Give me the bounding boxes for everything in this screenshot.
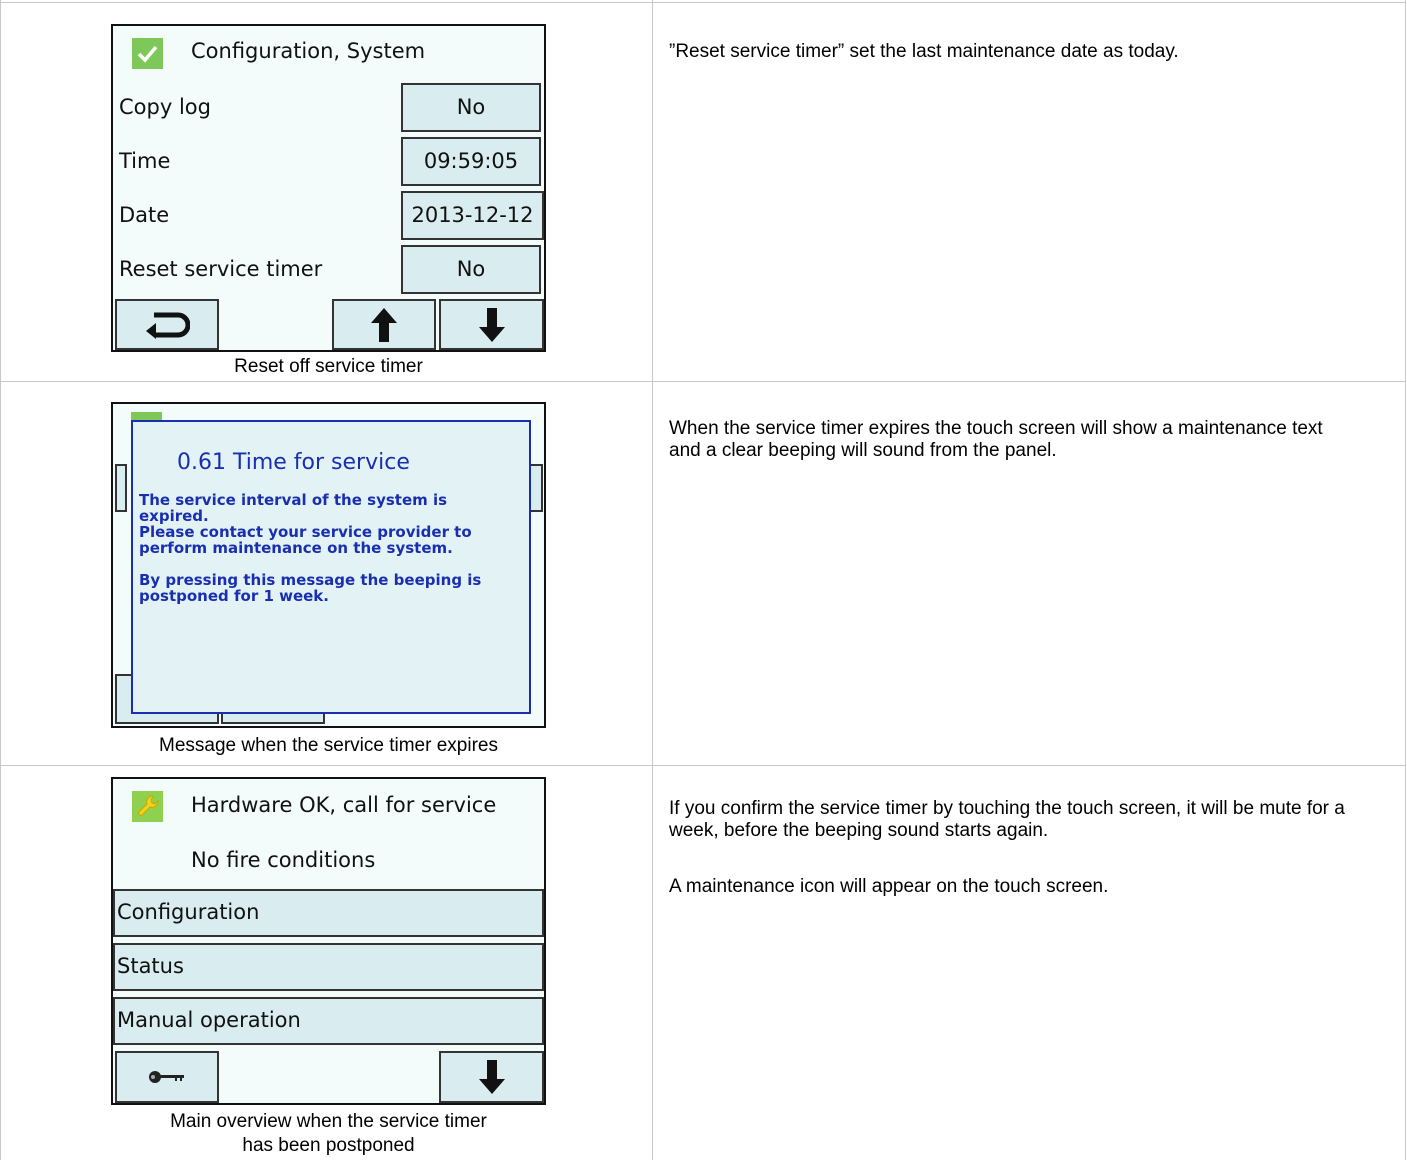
date-label: Date	[119, 203, 170, 227]
time-value[interactable]: 09:59:05	[401, 137, 541, 186]
config-system-screen: Configuration, System Copy log No Time 0…	[111, 24, 546, 352]
menu-item-configuration[interactable]: Configuration	[113, 889, 544, 937]
arrow-up-icon	[371, 307, 397, 342]
arrow-down-icon	[478, 307, 505, 342]
background-value-left	[115, 464, 127, 512]
service-message-screen: 0.61 Time for service The service interv…	[111, 402, 546, 728]
menu-item-manual-operation[interactable]: Manual operation	[113, 997, 544, 1045]
caption-line-1: Main overview when the service timer	[170, 1111, 487, 1132]
arrow-down-icon	[478, 1060, 505, 1094]
login-button[interactable]	[115, 1051, 219, 1103]
dialog-title: 0.61 Time for service	[177, 450, 410, 475]
wrench-icon	[132, 791, 163, 822]
checkmark-icon	[132, 38, 163, 69]
back-button[interactable]	[115, 299, 219, 350]
caption-line-2: has been postponed	[242, 1135, 415, 1156]
service-message-dialog[interactable]: 0.61 Time for service The service interv…	[131, 420, 531, 714]
background-value-right	[529, 464, 543, 512]
reset-service-timer-label: Reset service timer	[119, 257, 323, 281]
figure-caption-2: Message when the service timer expires	[159, 735, 498, 756]
screen-title: Configuration, System	[191, 39, 426, 63]
main-overview-screen: Hardware OK, call for service No fire co…	[111, 777, 546, 1105]
figure-caption-1: Reset off service timer	[234, 356, 423, 377]
description-3a: If you confirm the service timer by touc…	[669, 798, 1345, 841]
scroll-down-button[interactable]	[439, 1051, 544, 1103]
date-value[interactable]: 2013-12-12	[401, 191, 544, 240]
description-3b: A maintenance icon will appear on the to…	[669, 876, 1109, 897]
dialog-body: The service interval of the system is ex…	[139, 491, 482, 605]
fire-status-text: No fire conditions	[191, 848, 376, 872]
scroll-down-button[interactable]	[439, 299, 544, 350]
description-2: When the service timer expires the touch…	[669, 418, 1323, 461]
copy-log-value[interactable]: No	[401, 83, 541, 132]
figure-caption-3: Main overview when the service timer has…	[111, 1110, 546, 1158]
menu-item-status[interactable]: Status	[113, 943, 544, 991]
copy-log-label: Copy log	[119, 95, 211, 119]
description-1: ”Reset service timer” set the last maint…	[669, 41, 1179, 62]
scroll-up-button[interactable]	[332, 299, 436, 350]
time-label: Time	[119, 149, 171, 173]
reset-service-timer-value[interactable]: No	[401, 245, 541, 294]
return-icon	[146, 312, 190, 339]
screen-title: Hardware OK, call for service	[191, 793, 497, 817]
key-icon	[149, 1071, 184, 1083]
